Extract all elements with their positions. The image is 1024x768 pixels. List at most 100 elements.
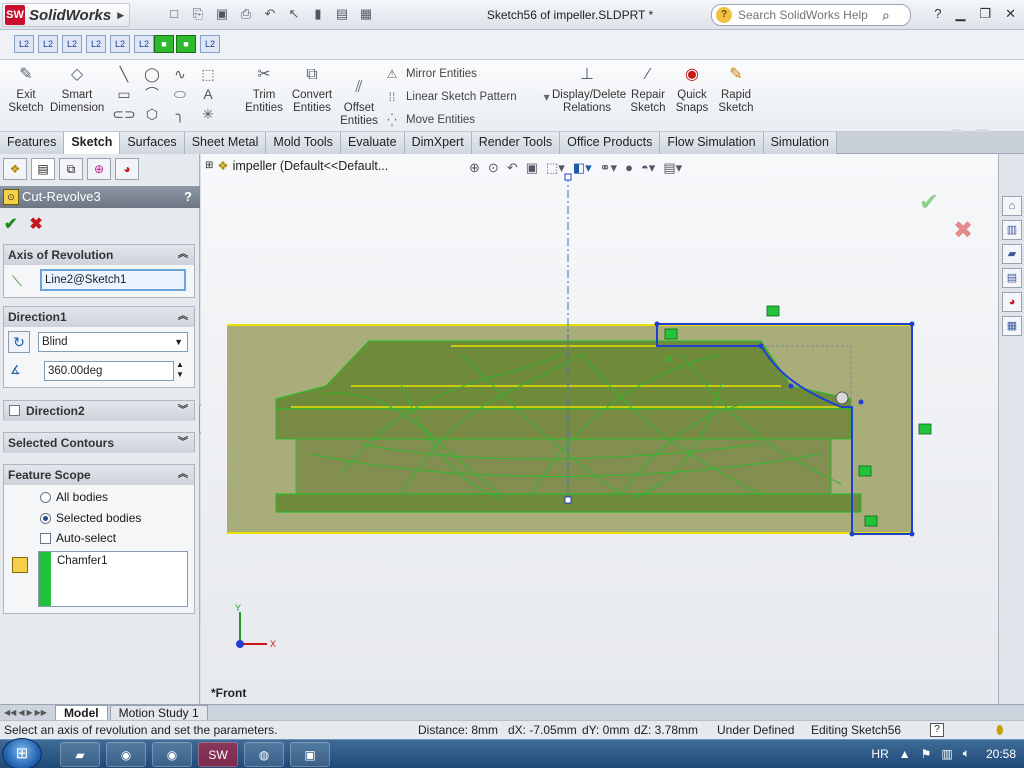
end-condition-select[interactable]: Blind ▼ — [38, 332, 188, 352]
slot-icon[interactable]: ⊂⊃ — [110, 104, 138, 124]
merge-icon[interactable]: ■ — [176, 35, 196, 53]
solidworks-taskbar-icon[interactable]: SW — [198, 742, 238, 767]
first-tab-icon[interactable]: ◀◀ — [4, 708, 16, 717]
tab-render-tools[interactable]: Render Tools — [471, 132, 561, 154]
options-icon[interactable]: ▦ — [358, 6, 374, 22]
list-item[interactable]: Chamfer1 — [57, 555, 108, 567]
auto-select-checkbox[interactable] — [40, 532, 51, 544]
prev-tab-icon[interactable]: ◀ — [18, 708, 24, 717]
spline-icon[interactable]: ∿ — [166, 64, 194, 84]
help-icon[interactable]: ? — [184, 186, 192, 208]
tab-dimxpert[interactable]: DimXpert — [404, 132, 472, 154]
equal-icon[interactable]: L2 — [134, 35, 154, 53]
next-tab-icon[interactable]: ▶ — [26, 708, 32, 717]
linear-pattern-button[interactable]: ⁞⁞ Linear Sketch Pattern ▾ — [384, 90, 555, 104]
tab-features[interactable]: Features — [0, 132, 65, 154]
tab-simulation[interactable]: Simulation — [763, 132, 837, 154]
construction-icon[interactable]: ⬚ — [194, 64, 222, 84]
minimize-icon[interactable]: ▁ — [955, 6, 965, 22]
print-icon[interactable]: ⎙ — [238, 6, 254, 22]
model-drawing[interactable]: ✕ — [201, 154, 998, 704]
axis-endpoint-handle[interactable] — [564, 496, 572, 504]
direction2-header[interactable]: Direction2 ︾ — [4, 401, 194, 421]
tangent-icon[interactable]: L2 — [86, 35, 106, 53]
home-icon[interactable]: ⌂ — [1002, 196, 1022, 216]
axis-selection-field[interactable]: Line2@Sketch1 — [40, 269, 186, 291]
vertical-icon[interactable]: L2 — [62, 35, 82, 53]
selected-contours-header[interactable]: Selected Contours ︾ — [4, 433, 194, 453]
auto-select-option[interactable]: Auto-select — [40, 531, 116, 545]
network-icon[interactable]: ▥ — [941, 747, 952, 761]
arc-icon[interactable]: ⌒ — [138, 84, 166, 104]
tab-model[interactable]: Model — [54, 705, 108, 720]
circle-icon[interactable]: ◯ — [138, 64, 166, 84]
point-icon[interactable]: ✳ — [194, 104, 222, 124]
tab-mold-tools[interactable]: Mold Tools — [266, 132, 341, 154]
window-taskbar-icon[interactable]: ▣ — [290, 742, 330, 767]
file-explorer-icon[interactable]: ▰ — [1002, 244, 1022, 264]
chrome-taskbar-icon-2[interactable]: ◉ — [152, 742, 192, 767]
feature-manager-icon[interactable]: ❖ — [3, 158, 27, 180]
status-help-icon[interactable]: ? — [930, 723, 944, 737]
axis-endpoint-handle[interactable] — [564, 173, 572, 181]
close-icon[interactable]: ✕ — [1005, 6, 1016, 22]
reverse-direction-icon[interactable]: ↻ — [8, 331, 30, 353]
selected-bodies-list[interactable]: Chamfer1 — [38, 551, 188, 607]
fillet-icon[interactable]: ╮ — [166, 104, 194, 124]
rapid-sketch-button[interactable]: ✎ Rapid Sketch — [716, 64, 756, 115]
all-bodies-radio[interactable] — [40, 491, 51, 503]
file-properties-icon[interactable]: ▤ — [334, 6, 350, 22]
tab-sketch[interactable]: Sketch — [64, 132, 121, 154]
dimxpert-manager-icon[interactable]: ⊕ — [87, 158, 111, 180]
angle-input[interactable]: 360.00deg — [44, 361, 174, 381]
convert-entities-button[interactable]: ⧉ Convert Entities — [288, 64, 336, 115]
quick-snaps-button[interactable]: ◉ Quick Snaps — [674, 64, 710, 115]
polygon-icon[interactable]: ⬡ — [138, 104, 166, 124]
text-icon[interactable]: A — [194, 84, 222, 104]
display-relations-button[interactable]: ⊥ Display/Delete Relations — [552, 64, 626, 115]
smart-dimension-button[interactable]: ◇ Smart Dimension — [50, 64, 104, 115]
horizontal-icon[interactable]: L2 — [38, 35, 58, 53]
feature-scope-header[interactable]: Feature Scope ︽ — [4, 465, 194, 485]
view-palette-icon[interactable]: ▤ — [1002, 268, 1022, 288]
start-button[interactable]: ⊞ — [2, 738, 42, 768]
all-bodies-option[interactable]: All bodies — [40, 490, 108, 504]
offset-entities-button[interactable]: ⫽ Offset Entities — [338, 77, 380, 128]
custom-properties-icon[interactable]: ▦ — [1002, 316, 1022, 336]
fix-icon[interactable]: ■ — [154, 35, 174, 53]
axis-group-header[interactable]: Axis of Revolution ︽ — [4, 245, 194, 265]
selected-bodies-option[interactable]: Selected bodies — [40, 511, 141, 525]
tab-flow-simulation[interactable]: Flow Simulation — [660, 132, 764, 154]
property-manager-icon[interactable]: ▤ — [31, 158, 55, 180]
ok-check-icon[interactable]: ✔ — [4, 214, 17, 234]
help-button[interactable]: ? — [934, 6, 941, 22]
tab-sheet-metal[interactable]: Sheet Metal — [184, 132, 267, 154]
clock[interactable]: 20:58 — [986, 747, 1016, 761]
help-search-box[interactable]: ? ⌕ — [711, 4, 911, 26]
exit-sketch-button[interactable]: ✎ Exit Sketch — [6, 64, 46, 115]
trim-entities-button[interactable]: ✂ Trim Entities — [244, 64, 284, 115]
new-document-icon[interactable]: □ — [166, 6, 182, 22]
tab-surfaces[interactable]: Surfaces — [120, 132, 185, 154]
selected-bodies-radio[interactable] — [40, 512, 51, 524]
parallel-icon[interactable]: L2 — [110, 35, 130, 53]
volume-icon[interactable]: 🔈︎ — [963, 746, 970, 761]
magnifier-icon[interactable]: ⌕ — [882, 7, 890, 24]
last-tab-icon[interactable]: ▶▶ — [35, 708, 47, 717]
display-manager-icon[interactable]: ◕ — [115, 158, 139, 180]
show-hidden-icons[interactable]: ▲ — [899, 747, 911, 761]
appearances-icon[interactable]: ◕ — [1002, 292, 1022, 312]
action-center-icon[interactable]: ⚑ — [921, 747, 932, 761]
direction1-header[interactable]: Direction1 ︽ — [4, 307, 194, 327]
rebuild-icon[interactable]: ▮ — [310, 6, 326, 22]
save-icon[interactable]: ▣ — [214, 6, 230, 22]
solidworks-menu-button[interactable]: SW SolidWorks ▶ — [2, 3, 130, 27]
ellipse-icon[interactable]: ⬭ — [166, 84, 194, 104]
app-taskbar-icon[interactable]: ◍ — [244, 742, 284, 767]
midpoint-icon[interactable]: L2 — [200, 35, 220, 53]
move-entities-button[interactable]: ⁛ Move Entities — [384, 113, 475, 127]
rectangle-icon[interactable]: ▭ — [110, 84, 138, 104]
tag-icon[interactable]: ⬮ — [996, 721, 1004, 740]
direction2-checkbox[interactable] — [9, 405, 20, 416]
coincident-icon[interactable]: L2 — [14, 35, 34, 53]
